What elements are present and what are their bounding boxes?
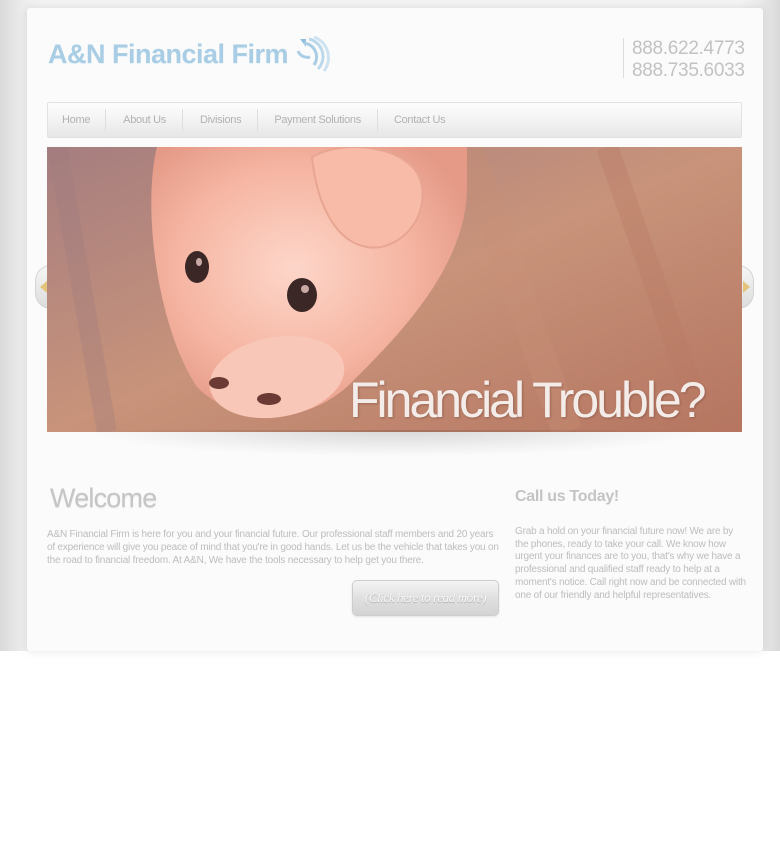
phone-numbers: 888.622.4773 888.735.6033 — [623, 38, 745, 81]
site-logo[interactable]: A&N Financial Firm — [48, 34, 331, 74]
nav-item-divisions[interactable]: Divisions — [183, 109, 259, 131]
welcome-paragraph: A&N Financial Firm is here for you and y… — [47, 529, 499, 566]
nav-item-about-us[interactable]: About Us — [106, 109, 184, 131]
slide-caption: Financial Trouble? — [349, 372, 707, 428]
nav-item-contact-us[interactable]: Contact Us — [378, 109, 461, 131]
main-nav: Home About Us Divisions Payment Solution… — [47, 102, 742, 138]
welcome-heading: Welcome — [50, 483, 157, 513]
phone-number-2: 888.735.6033 — [632, 60, 745, 81]
call-heading: Call us Today! — [515, 488, 619, 505]
hero-slider: Financial Trouble? — [47, 147, 742, 432]
phone-number-1: 888.622.4773 — [632, 38, 745, 59]
chevron-right-icon — [742, 281, 750, 293]
read-more-button[interactable]: (Click here to read more) — [352, 580, 499, 616]
slider-shadow — [90, 430, 700, 456]
nav-item-home[interactable]: Home — [48, 109, 107, 131]
logo-text: A&N Financial Firm — [48, 38, 289, 69]
call-paragraph: Grab a hold on your financial future now… — [515, 526, 746, 601]
nav-item-payment-solutions[interactable]: Payment Solutions — [258, 109, 378, 131]
signal-waves-icon — [296, 35, 331, 72]
